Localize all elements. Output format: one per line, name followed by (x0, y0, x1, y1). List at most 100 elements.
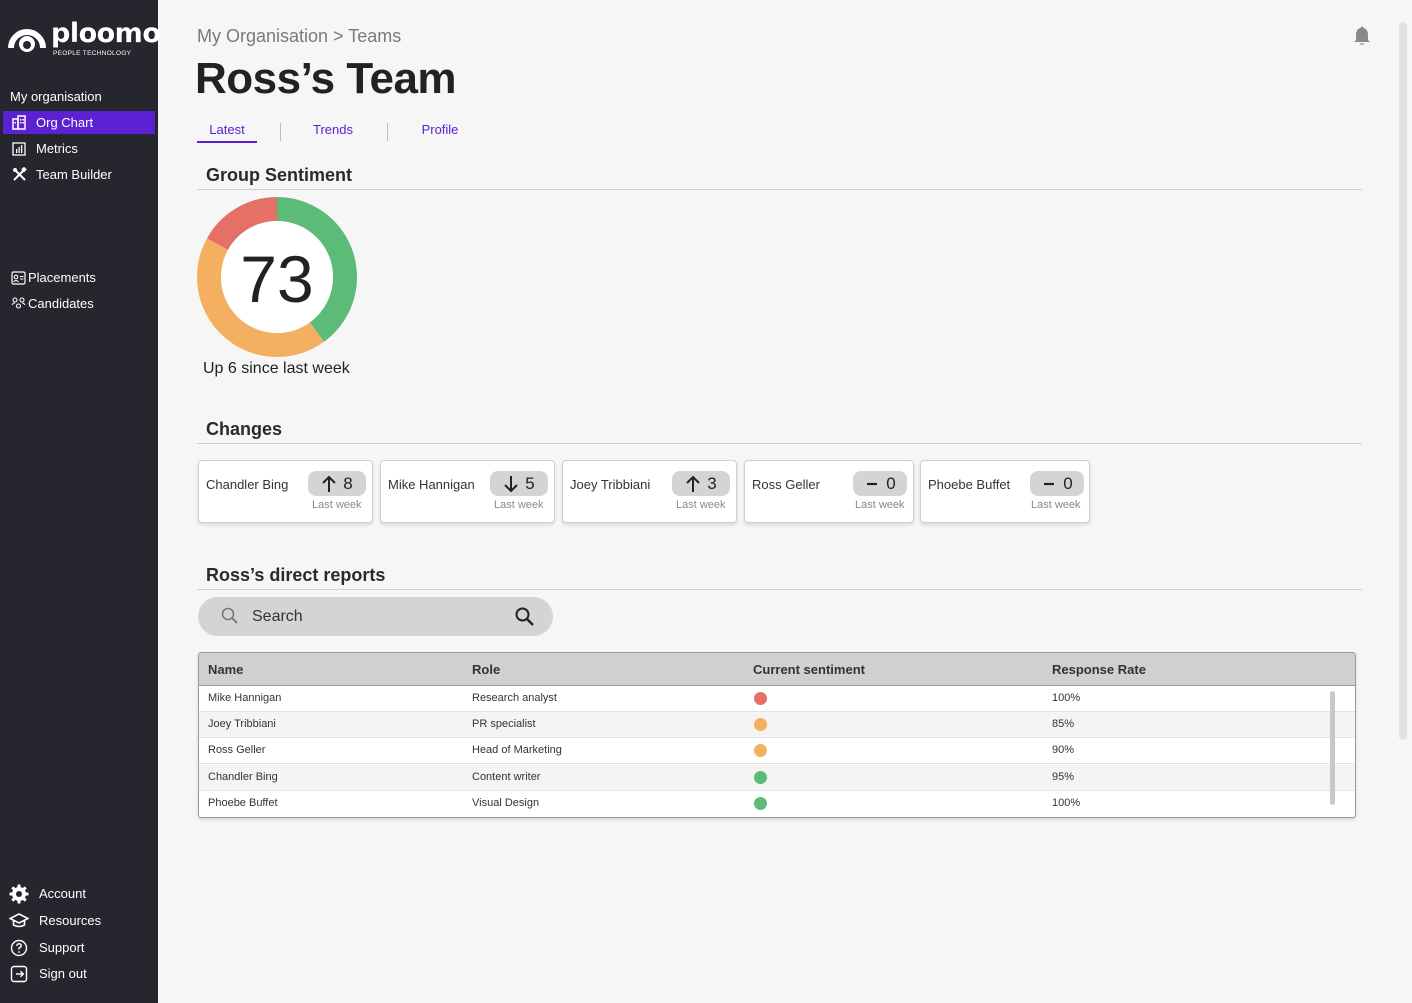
sidebar-item-team-builder[interactable]: Team Builder (3, 163, 155, 186)
sentiment-gauge: 73 (197, 197, 357, 357)
cell-response-rate: 95% (1052, 771, 1075, 783)
cell-role: PR specialist (472, 718, 536, 730)
brand-name: ploomo (51, 18, 161, 49)
page-scrollbar[interactable] (1399, 22, 1407, 740)
section-divider (197, 443, 1362, 444)
sidebar: ploomo PEOPLE TECHNOLOGY My organisation… (0, 0, 161, 1003)
column-header-response-rate[interactable]: Response Rate (1052, 662, 1146, 677)
change-name: Joey Tribbiani (570, 477, 651, 492)
change-badge: 0 (853, 471, 907, 496)
sign-out-icon (9, 964, 29, 984)
search-bar[interactable] (198, 597, 553, 636)
cell-role: Head of Marketing (472, 744, 562, 756)
sentiment-score: 73 (240, 242, 313, 316)
sidebar-item-sign-out[interactable]: Sign out (3, 962, 155, 985)
cell-role: Visual Design (472, 797, 540, 809)
change-value: 5 (525, 473, 535, 493)
change-card-phoebe-buffet[interactable]: Phoebe Buffet 0 Last week (920, 460, 1090, 523)
sidebar-item-label: Metrics (36, 141, 78, 156)
cell-name: Chandler Bing (208, 771, 278, 783)
sentiment-dot (754, 692, 767, 705)
sidebar-item-metrics[interactable]: Metrics (3, 137, 155, 160)
search-submit-icon[interactable] (514, 606, 535, 627)
tab-profile[interactable]: Profile (410, 122, 470, 137)
change-period: Last week (855, 499, 905, 511)
sidebar-item-support[interactable]: Support (3, 936, 155, 959)
direct-reports-table: Name Role Current sentiment Response Rat… (198, 652, 1356, 818)
sidebar-item-label: Org Chart (36, 115, 94, 130)
dash-icon (864, 475, 880, 493)
change-badge: 0 (1030, 471, 1084, 496)
table-row[interactable]: Ross Geller Head of Marketing 90% (199, 738, 1355, 764)
column-header-sentiment[interactable]: Current sentiment (753, 662, 865, 677)
column-header-role[interactable]: Role (472, 662, 500, 677)
cell-name: Mike Hannigan (208, 692, 282, 704)
change-value: 8 (343, 473, 353, 493)
change-card-ross-geller[interactable]: Ross Geller 0 Last week (744, 460, 914, 523)
table-row[interactable]: Phoebe Buffet Visual Design 100% (199, 791, 1355, 817)
tab-trends[interactable]: Trends (303, 122, 363, 137)
search-icon (221, 607, 238, 624)
group-sentiment-title: Group Sentiment (206, 165, 353, 185)
gear-icon (9, 884, 29, 904)
change-period: Last week (676, 499, 726, 511)
sentiment-dot (754, 797, 767, 810)
brand-tagline: PEOPLE TECHNOLOGY (53, 50, 132, 57)
cell-response-rate: 100% (1052, 797, 1081, 809)
cell-name: Phoebe Buffet (208, 797, 278, 809)
cell-response-rate: 85% (1052, 718, 1075, 730)
cell-name: Joey Tribbiani (208, 718, 276, 730)
change-period: Last week (312, 499, 362, 511)
change-card-mike-hannigan[interactable]: Mike Hannigan 5 Last week (380, 460, 555, 523)
sidebar-item-resources[interactable]: Resources (3, 909, 155, 932)
change-period: Last week (1031, 499, 1081, 511)
cell-role: Research analyst (472, 692, 557, 704)
table-row[interactable]: Joey Tribbiani PR specialist 85% (199, 712, 1355, 738)
tab-divider (387, 123, 388, 141)
sentiment-dot (754, 744, 767, 757)
change-badge: 5 (490, 471, 548, 496)
tab-latest[interactable]: Latest (197, 122, 257, 143)
sentiment-dot (754, 771, 767, 784)
sidebar-item-account[interactable]: Account (3, 882, 155, 905)
sidebar-item-label: Sign out (39, 966, 87, 981)
brand-logo[interactable]: ploomo PEOPLE TECHNOLOGY (8, 18, 161, 60)
breadcrumb[interactable]: My Organisation > Teams (197, 26, 401, 47)
sidebar-item-candidates[interactable]: Candidates (3, 292, 155, 315)
column-header-name[interactable]: Name (208, 662, 243, 677)
bell-icon[interactable] (1352, 25, 1372, 47)
arrow-up-icon (321, 475, 337, 493)
nav-heading-my-organisation[interactable]: My organisation (10, 89, 102, 104)
metrics-icon (11, 141, 27, 157)
table-scrollbar[interactable] (1330, 691, 1335, 805)
change-card-chandler-bing[interactable]: Chandler Bing 8 Last week (198, 460, 373, 523)
table-row[interactable]: Chandler Bing Content writer 95% (199, 765, 1355, 791)
org-chart-icon (11, 115, 27, 131)
sentiment-caption: Up 6 since last week (203, 360, 350, 377)
section-divider (197, 189, 1362, 190)
cell-name: Ross Geller (208, 744, 266, 756)
arrow-up-icon (685, 475, 701, 493)
tab-divider (280, 123, 281, 141)
sidebar-item-placements[interactable]: Placements (3, 266, 155, 289)
direct-reports-title: Ross’s direct reports (206, 565, 386, 585)
table-row[interactable]: Mike Hannigan Research analyst 100% (199, 686, 1355, 712)
sentiment-dot (754, 718, 767, 731)
change-value: 0 (886, 473, 896, 493)
sidebar-item-org-chart[interactable]: Org Chart (3, 111, 155, 134)
candidates-icon (10, 296, 26, 312)
change-card-joey-tribbiani[interactable]: Joey Tribbiani 3 Last week (562, 460, 737, 523)
section-divider (197, 589, 1362, 590)
help-icon (9, 938, 29, 958)
change-value: 3 (707, 473, 717, 493)
search-input[interactable] (252, 605, 502, 629)
cell-response-rate: 100% (1052, 692, 1081, 704)
sidebar-item-label: Team Builder (36, 167, 112, 182)
placements-icon (10, 270, 26, 286)
change-name: Chandler Bing (206, 477, 289, 492)
changes-title: Changes (206, 419, 283, 439)
change-badge: 8 (308, 471, 366, 496)
sidebar-item-label: Account (39, 886, 86, 901)
sidebar-item-label: Candidates (28, 296, 94, 311)
change-value: 0 (1063, 473, 1073, 493)
